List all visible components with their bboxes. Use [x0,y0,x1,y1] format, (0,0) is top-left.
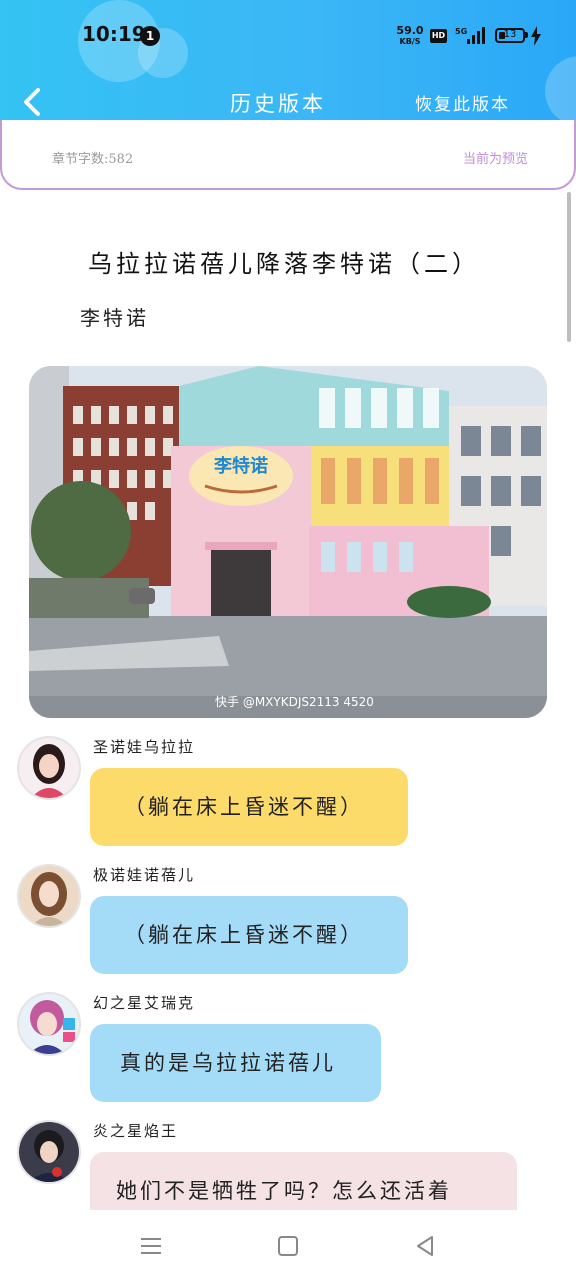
shop-sign-text: 李特诺 [213,455,268,477]
chapter-title: 乌拉拉诺蓓儿降落李特诺（二） [88,250,480,278]
network-speed: 59.0 KB/S [396,25,424,47]
notification-badge: 1 [140,26,160,46]
message-bubble[interactable]: 真的是乌拉拉诺蓓儿 [90,1024,381,1102]
restore-version-button[interactable]: 恢复此版本 [415,90,510,115]
scrollbar[interactable] [567,192,571,342]
avatar[interactable] [17,992,81,1056]
home-icon[interactable] [274,1232,302,1260]
status-bar: 10:19 1 59.0 KB/S HD 5G 13 [0,0,576,72]
battery-tip [525,32,528,38]
network-type-label: 5G [455,27,467,36]
app-header: 10:19 1 59.0 KB/S HD 5G 13 历史版本 恢复此版本 [0,0,576,134]
page-title: 历史版本 [230,92,326,116]
battery-level: 13 [503,29,517,40]
menu-icon[interactable] [137,1232,165,1260]
avatar[interactable] [17,1120,81,1184]
hd-icon: HD [430,29,447,43]
avatar[interactable] [17,736,81,800]
speaker-name: 圣诺娃乌拉拉 [93,738,196,756]
image-watermark: 快手 @MXYKDJS2113 4520 [215,695,374,709]
avatar[interactable] [17,864,81,928]
chapter-author: 李特诺 [80,306,149,330]
back-triangle-icon[interactable] [412,1232,440,1260]
signal-icon: 5G [455,27,485,44]
speaker-name: 幻之星艾瑞克 [93,994,196,1012]
network-speed-value: 59.0 [396,24,424,37]
message-bubble[interactable]: （躺在床上昏迷不醒） [90,896,408,974]
chapter-info-card: 章节字数:582 当前为预览 [0,120,576,190]
shop-sign: 李特诺 [189,446,293,506]
preview-note: 当前为预览 [462,152,528,167]
speaker-name: 极诺娃诺蓓儿 [93,866,196,884]
back-button[interactable] [14,82,50,122]
speaker-name: 炎之星焰王 [93,1122,179,1140]
system-nav-bar [0,1210,576,1280]
chapter-word-count: 章节字数:582 [52,152,134,167]
message-bubble[interactable]: （躺在床上昏迷不醒） [90,768,408,846]
charging-icon [531,26,541,46]
chapter-image: 李特诺 快手 @MXYKDJS2113 4520 [29,366,547,718]
battery-icon: 13 [495,28,525,43]
chevron-left-icon [24,88,40,116]
network-speed-unit: KB/S [399,37,421,46]
status-time: 10:19 [82,22,146,46]
